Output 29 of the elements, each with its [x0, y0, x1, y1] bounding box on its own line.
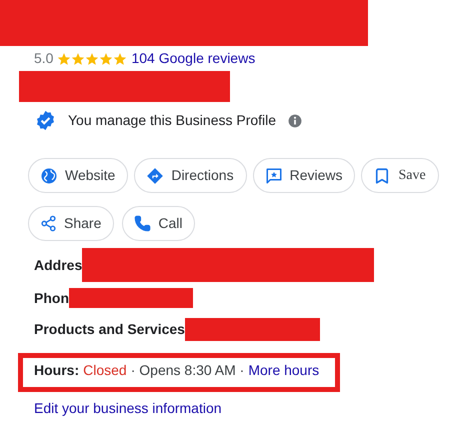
edit-business-link[interactable]: Edit your business information — [34, 398, 222, 419]
share-button[interactable]: Share — [28, 206, 114, 241]
star-icon — [99, 52, 114, 66]
globe-icon — [40, 166, 58, 184]
opening-time: · Opens 8:30 AM · — [130, 361, 244, 380]
star-icon — [113, 52, 128, 66]
detail-label: Products and Services — [34, 320, 185, 339]
more-hours-link[interactable]: More hours — [248, 360, 320, 381]
save-button[interactable]: Save — [361, 158, 439, 193]
star-icon — [85, 52, 100, 66]
detail-label: Phon — [34, 288, 69, 308]
hours-status: Closed — [83, 361, 127, 380]
detail-label: Addres — [34, 256, 82, 274]
hours-label: Hours: — [34, 361, 80, 380]
directions-icon — [146, 166, 164, 184]
managed-notice: You manage this Business Profile — [68, 111, 276, 130]
star-icon — [71, 52, 86, 66]
directions-button[interactable]: Directions — [134, 158, 247, 193]
verified-badge-icon — [35, 110, 56, 131]
share-icon — [40, 215, 57, 232]
reviews-link[interactable]: 104 Google reviews — [131, 48, 256, 69]
phone-icon — [134, 215, 152, 232]
call-button[interactable]: Call — [122, 206, 196, 241]
review-icon — [264, 166, 283, 184]
reviews-button[interactable]: Reviews — [252, 158, 356, 193]
star-icon — [57, 52, 72, 66]
rating-score: 5.0 — [34, 49, 54, 68]
website-button[interactable]: Website — [28, 158, 128, 193]
info-icon[interactable] — [288, 114, 302, 128]
